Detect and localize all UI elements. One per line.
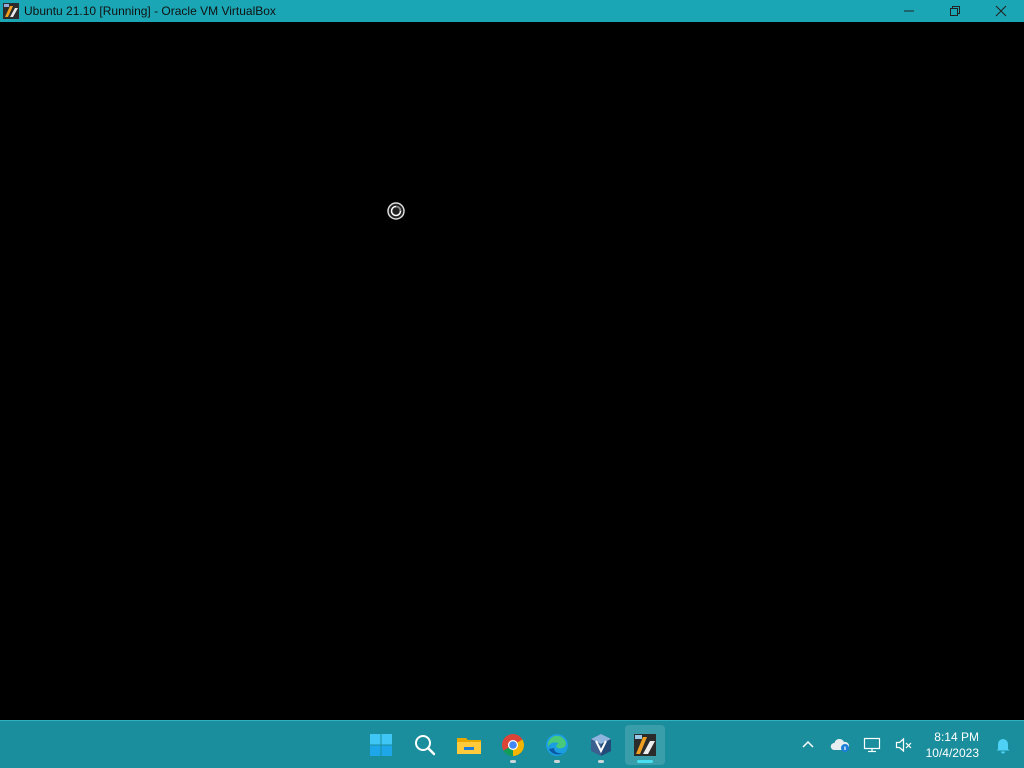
network-icon [863,737,880,752]
running-indicator [554,759,560,763]
onedrive-button[interactable] [829,734,851,756]
file-explorer-button[interactable] [449,725,489,765]
chevron-up-icon [802,740,814,748]
virtualbox-window: Ubuntu 21.10 [Running] - Oracle VM Virtu… [0,0,1024,720]
virtualbox-vm-button[interactable] [625,724,665,765]
close-icon [995,5,1007,17]
minimize-icon [904,10,914,12]
active-indicator [637,759,653,763]
vm-display[interactable] [0,22,1024,720]
virtualbox-vm-icon [634,733,656,756]
cloud-icon [830,738,849,752]
taskbar-clock[interactable]: 8:14 PM 10/4/2023 [926,729,979,761]
virtualbox-button[interactable] [581,725,621,765]
windows-start-icon [370,733,392,756]
search-button[interactable] [405,725,445,765]
taskbar: 8:14 PM 10/4/2023 [0,720,1024,768]
virtualbox-vm-icon [3,3,19,19]
title-bar[interactable]: Ubuntu 21.10 [Running] - Oracle VM Virtu… [0,0,1024,22]
chrome-icon [502,733,524,756]
chrome-button[interactable] [493,725,533,765]
volume-button[interactable] [893,734,915,756]
clock-date: 10/4/2023 [925,745,979,760]
tray-overflow-button[interactable] [797,734,819,756]
running-indicator [598,759,604,763]
restore-button[interactable] [932,0,978,22]
edge-button[interactable] [537,725,577,765]
window-title: Ubuntu 21.10 [Running] - Oracle VM Virtu… [24,4,276,18]
network-button[interactable] [861,734,883,756]
clock-time: 8:14 PM [934,729,979,744]
virtualbox-icon [591,733,611,756]
system-tray: 8:14 PM 10/4/2023 [792,721,1024,768]
bell-icon [996,738,1010,753]
start-button[interactable] [361,725,401,765]
speaker-muted-icon [895,737,912,752]
folder-icon [457,737,481,754]
search-icon [415,734,436,755]
window-controls [886,0,1024,22]
notifications-button[interactable] [992,734,1014,756]
busy-cursor-icon [386,201,406,221]
running-indicator [510,759,516,763]
restore-icon [950,6,960,16]
minimize-button[interactable] [886,0,932,22]
close-button[interactable] [978,0,1024,22]
taskbar-apps [359,721,667,768]
edge-icon [546,733,568,756]
